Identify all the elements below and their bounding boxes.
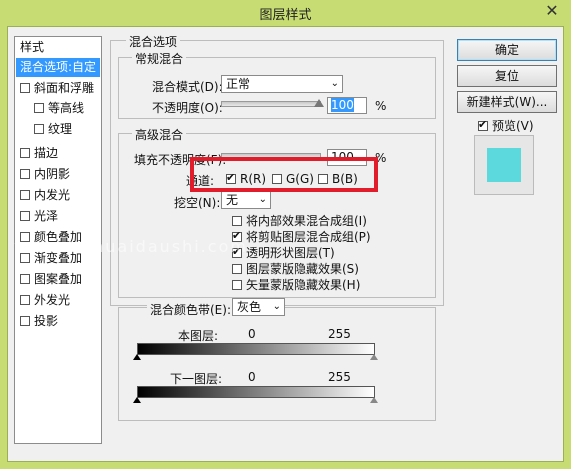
sidebar-checkbox[interactable] (20, 169, 30, 179)
sidebar-item-stroke[interactable]: 描边 (16, 144, 100, 163)
sidebar-item-label: 描边 (34, 146, 59, 160)
dialog-window: 图层样式 ✕ 样式 混合选项:自定 斜面和浮雕 等高线 纹理 描边 内阴影 内发… (0, 0, 571, 469)
sidebar-checkbox[interactable] (20, 211, 30, 221)
sidebar-checkbox[interactable] (20, 316, 30, 326)
sidebar-item-outer-glow[interactable]: 外发光 (16, 291, 100, 310)
option-checkbox[interactable] (232, 216, 242, 226)
sidebar-item-pattern-overlay[interactable]: 图案叠加 (16, 270, 100, 289)
sidebar-item-label: 内发光 (34, 188, 71, 202)
blend-if-label: 混合颜色带(E): (147, 301, 234, 318)
underlying-layer-label: 下一图层: (170, 372, 223, 386)
dialog-title: 图层样式 (259, 8, 312, 23)
option-label: 将剪贴图层混合成组(P) (246, 230, 371, 244)
sidebar-item-label: 内阴影 (34, 167, 71, 181)
advanced-blending-title: 高级混合 (132, 126, 187, 143)
sidebar-item-label: 光泽 (34, 209, 59, 223)
this-layer-min: 0 (248, 327, 256, 341)
opacity-unit: % (375, 99, 387, 113)
sidebar-item-label: 斜面和浮雕 (34, 81, 95, 95)
sidebar-checkbox[interactable] (34, 124, 44, 134)
knockout-label: 挖空(N): (174, 196, 221, 210)
chevron-down-icon: ⌄ (330, 78, 339, 89)
underlying-layer-black-slider[interactable] (133, 397, 141, 403)
sidebar-item-styles[interactable]: 样式 (16, 38, 100, 57)
underlying-layer-white-slider[interactable] (370, 397, 378, 403)
watermark-text: www.yishuaidaushi.com (14, 237, 248, 256)
this-layer-label: 本图层: (178, 329, 219, 343)
this-layer-max: 255 (328, 327, 351, 341)
preview-label: 预览(V) (492, 119, 534, 133)
opacity-value: 100 (331, 98, 354, 112)
sidebar-item-label: 混合选项:自定 (20, 60, 97, 74)
ok-button[interactable]: 确定 (457, 39, 557, 61)
option-checkbox[interactable] (232, 280, 242, 290)
sidebar-checkbox[interactable] (34, 103, 44, 113)
opacity-input[interactable]: 100 (327, 97, 367, 114)
underlying-layer-min: 0 (248, 370, 256, 384)
blend-if-value: 灰色 (237, 300, 262, 314)
sidebar-item-label: 外发光 (34, 293, 71, 307)
underlying-layer-max: 255 (328, 370, 351, 384)
title-bar[interactable]: 图层样式 ✕ (0, 0, 571, 24)
this-layer-black-slider[interactable] (133, 354, 141, 360)
option-blend-interior[interactable]: 将内部效果混合成组(I) (232, 212, 367, 229)
option-label: 图层蒙版隐藏效果(S) (246, 262, 359, 276)
sidebar-item-label: 投影 (34, 314, 59, 328)
knockout-select[interactable]: 无 ⌄ (221, 191, 271, 209)
this-layer-white-slider[interactable] (370, 354, 378, 360)
dialog-client: 样式 混合选项:自定 斜面和浮雕 等高线 纹理 描边 内阴影 内发光 光泽 颜色… (7, 26, 564, 462)
sidebar-checkbox[interactable] (20, 148, 30, 158)
sidebar-item-contour[interactable]: 等高线 (16, 99, 100, 118)
blend-mode-value: 正常 (226, 77, 251, 91)
preview-toggle[interactable]: 预览(V) (478, 117, 534, 134)
option-label: 将内部效果混合成组(I) (246, 214, 367, 228)
sidebar-item-inner-shadow[interactable]: 内阴影 (16, 165, 100, 184)
sidebar-item-satin[interactable]: 光泽 (16, 207, 100, 226)
blending-options-title: 混合选项 (126, 33, 181, 50)
sidebar-item-label: 纹理 (48, 122, 73, 136)
underlying-layer-gradient (137, 386, 375, 398)
option-label: 透明形状图层(T) (246, 246, 335, 260)
close-button[interactable]: ✕ (541, 2, 563, 20)
blend-mode-label: 混合模式(D): (152, 80, 223, 94)
blend-if-select[interactable]: 灰色 ⌄ (232, 298, 285, 316)
channels-highlight-box (190, 157, 378, 192)
new-style-button[interactable]: 新建样式(W)... (457, 91, 557, 113)
preview-swatch (487, 148, 521, 182)
style-preview (474, 135, 534, 195)
opacity-slider-thumb[interactable] (314, 99, 324, 107)
option-blend-clipped[interactable]: 将剪贴图层混合成组(P) (232, 228, 371, 245)
knockout-value: 无 (226, 193, 239, 207)
preview-checkbox[interactable] (478, 118, 488, 131)
sidebar-item-texture[interactable]: 纹理 (16, 120, 100, 139)
option-label: 矢量蒙版隐藏效果(H) (246, 278, 361, 292)
sidebar-item-drop-shadow[interactable]: 投影 (16, 312, 100, 331)
option-vector-mask-hides[interactable]: 矢量蒙版隐藏效果(H) (232, 276, 360, 293)
sidebar-checkbox[interactable] (20, 83, 30, 93)
reset-button[interactable]: 复位 (457, 65, 557, 87)
chevron-down-icon: ⌄ (272, 301, 281, 312)
sidebar-checkbox[interactable] (20, 274, 30, 284)
general-blending-title: 常规混合 (132, 50, 187, 67)
sidebar-item-label: 等高线 (48, 101, 85, 115)
sidebar-checkbox[interactable] (20, 190, 30, 200)
sidebar-item-label: 样式 (20, 40, 45, 54)
this-layer-gradient (137, 343, 375, 355)
sidebar-item-blending-options[interactable]: 混合选项:自定 (16, 58, 100, 77)
sidebar-checkbox[interactable] (20, 295, 30, 305)
sidebar-item-bevel-emboss[interactable]: 斜面和浮雕 (16, 79, 100, 98)
option-checkbox[interactable] (232, 264, 242, 274)
option-layer-mask-hides[interactable]: 图层蒙版隐藏效果(S) (232, 260, 359, 277)
opacity-slider[interactable] (221, 101, 321, 107)
opacity-label: 不透明度(O): (152, 101, 223, 115)
sidebar-item-label: 图案叠加 (34, 272, 83, 286)
blend-mode-select[interactable]: 正常 ⌄ (221, 75, 343, 93)
sidebar-item-inner-glow[interactable]: 内发光 (16, 186, 100, 205)
chevron-down-icon: ⌄ (258, 194, 267, 205)
blend-if-group (118, 307, 436, 421)
